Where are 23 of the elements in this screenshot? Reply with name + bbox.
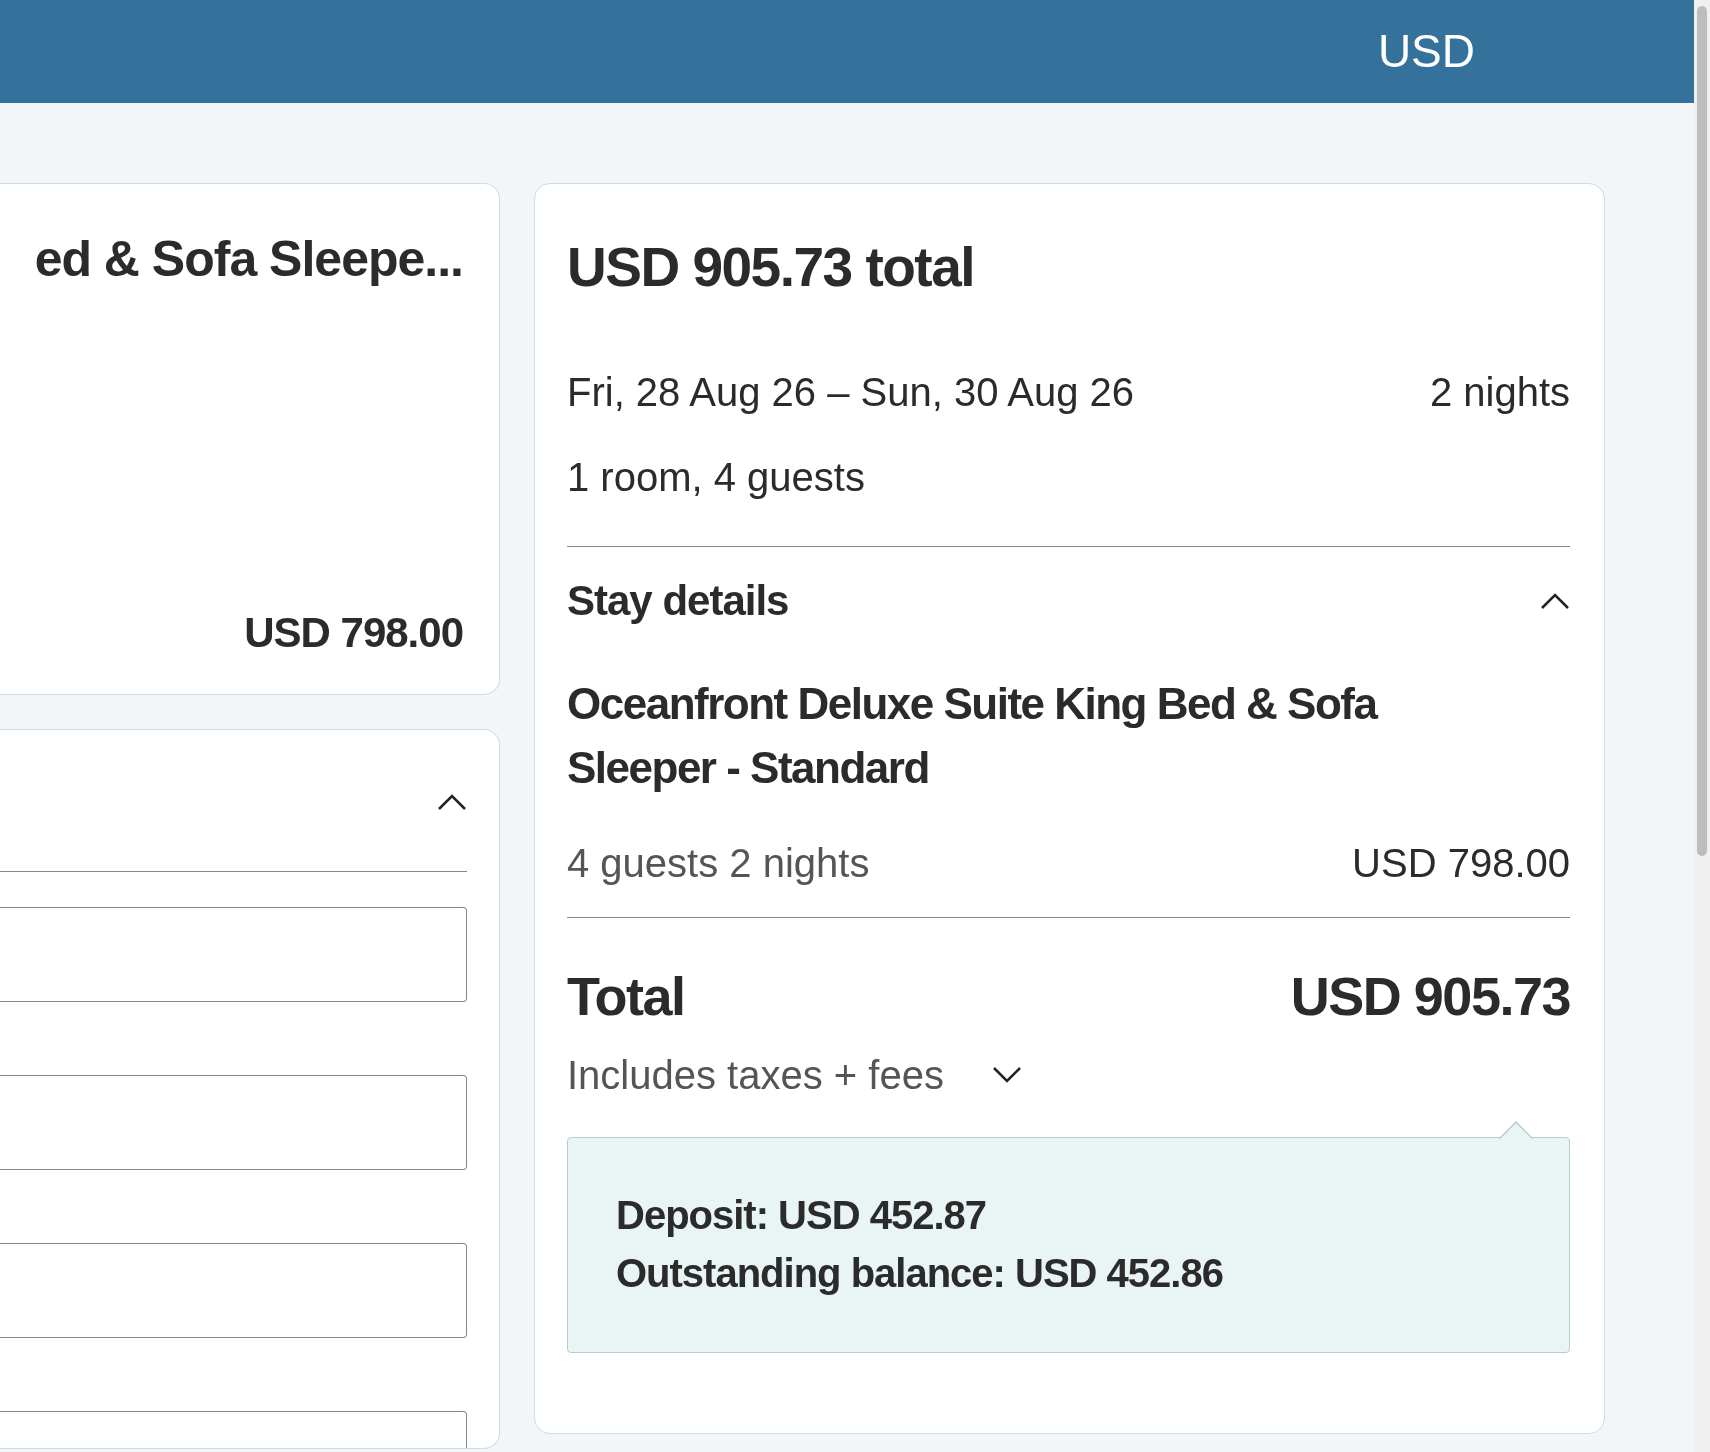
- chevron-down-icon[interactable]: [991, 1065, 1022, 1084]
- total-value: USD 905.73: [1290, 964, 1570, 1028]
- input-field[interactable]: [0, 907, 467, 1002]
- taxes-note: Includes taxes + fees: [567, 1051, 944, 1099]
- total-label: Total: [567, 964, 685, 1028]
- nights-count: 2 nights: [1429, 369, 1570, 416]
- room-title: ed & Sofa Sleepe...: [34, 230, 463, 289]
- section-title: Stay details: [567, 576, 789, 626]
- chevron-up-icon[interactable]: [1540, 591, 1570, 610]
- input-field[interactable]: [0, 1075, 467, 1170]
- input-field[interactable]: [0, 1243, 467, 1338]
- room-name: Oceanfront Deluxe Suite King Bed & Sofa Sleeper - Standard: [567, 678, 1379, 794]
- currency-selector[interactable]: USD: [1377, 17, 1475, 86]
- payment-line: Outstanding balance: USD 452.86: [616, 1249, 1224, 1297]
- scrollbar-thumb[interactable]: [1697, 6, 1707, 856]
- room-price: USD 798.00: [1352, 839, 1570, 887]
- total-heading: USD 905.73 total: [567, 235, 975, 300]
- stay-dates: Fri, 28 Aug 26 – Sun, 30 Aug 26: [567, 369, 1135, 416]
- occupancy-text: 1 room, 4 guests: [567, 454, 866, 501]
- room-details: 4 guests 2 nights: [567, 839, 870, 887]
- chevron-up-icon[interactable]: [437, 793, 467, 811]
- room-price: USD 798.00: [244, 608, 463, 658]
- payment-line: Deposit: USD 452.87: [616, 1191, 988, 1239]
